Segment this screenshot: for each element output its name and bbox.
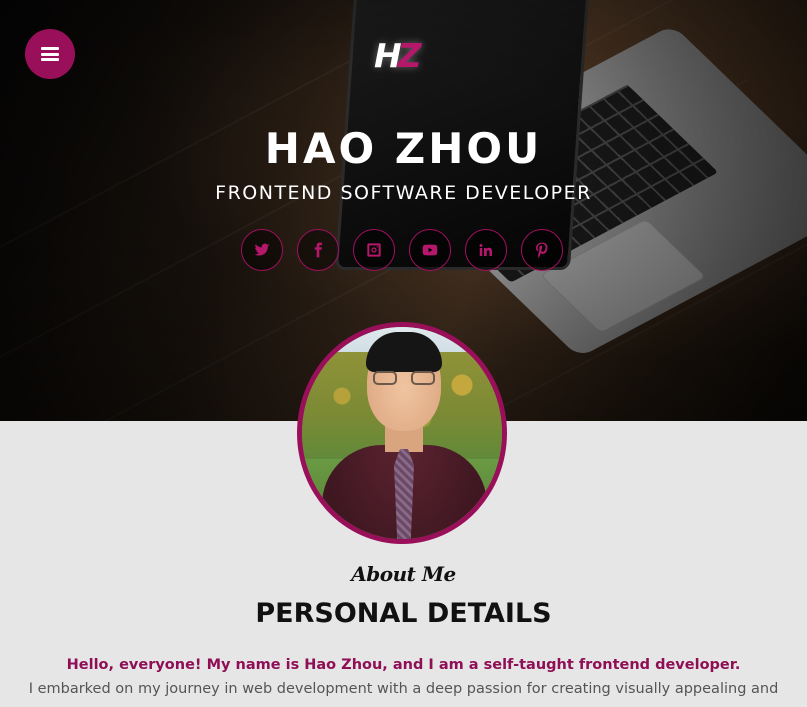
linkedin-icon: [479, 244, 492, 256]
intro-text: Hello, everyone! My name is Hao Zhou, an…: [66, 657, 741, 673]
about-label: About Me: [351, 562, 456, 586]
hamburger-menu-icon: [41, 47, 59, 61]
about-body-text: I embarked on my journey in web developm…: [28, 681, 779, 697]
site-logo[interactable]: HZ: [374, 36, 434, 76]
youtube-icon: [422, 244, 438, 256]
instagram-icon: [367, 243, 381, 257]
social-links: [241, 229, 563, 271]
instagram-link[interactable]: [353, 229, 395, 271]
facebook-link[interactable]: [297, 229, 339, 271]
profile-avatar: [297, 322, 507, 544]
twitter-link[interactable]: [241, 229, 283, 271]
facebook-icon: [314, 242, 322, 258]
section-title: PERSONAL DETAILS: [255, 598, 552, 629]
hero-name: HAO ZHOU: [264, 124, 543, 173]
hero-role: FRONTEND SOFTWARE DEVELOPER: [215, 182, 592, 204]
linkedin-link[interactable]: [465, 229, 507, 271]
twitter-icon: [254, 243, 270, 256]
pinterest-icon: [536, 242, 548, 258]
pinterest-link[interactable]: [521, 229, 563, 271]
youtube-link[interactable]: [409, 229, 451, 271]
menu-button[interactable]: [25, 29, 75, 79]
